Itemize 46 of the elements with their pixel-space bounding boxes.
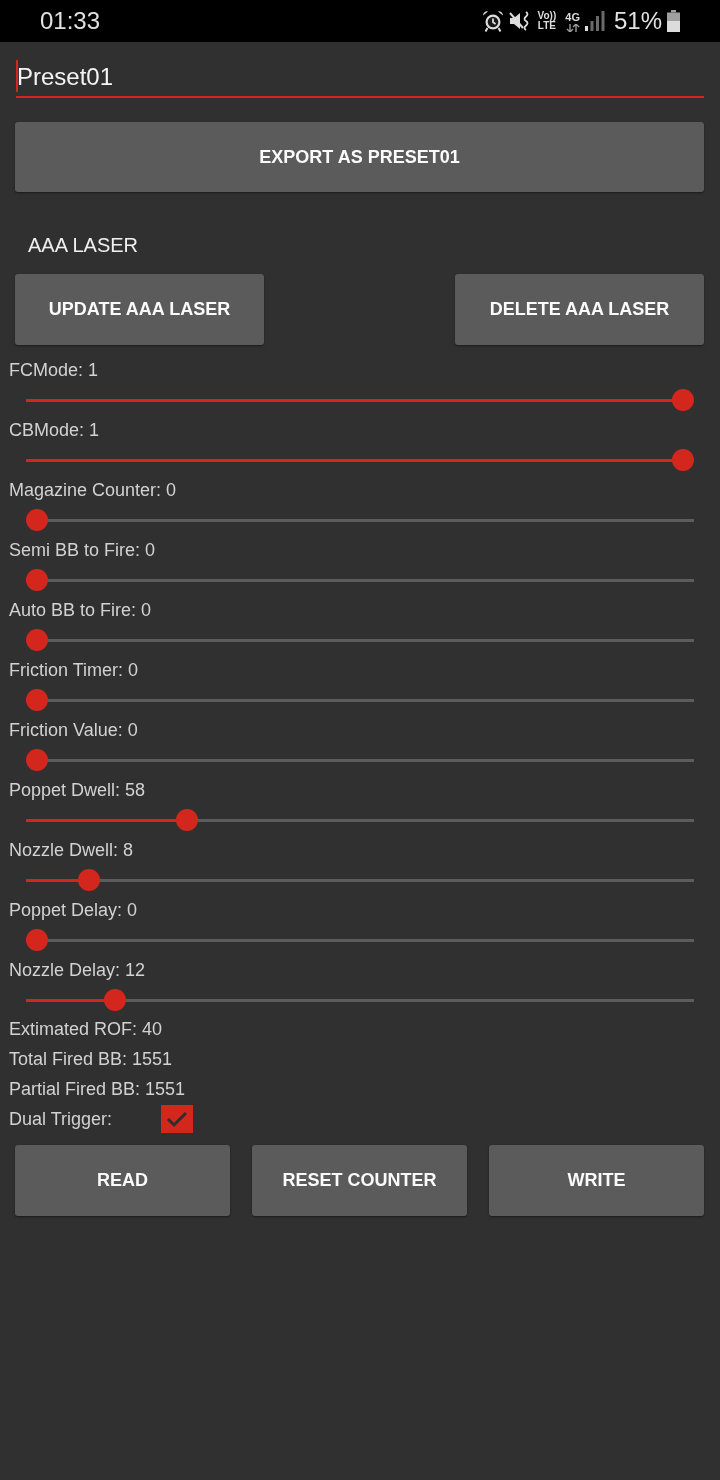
slider-thumb[interactable] bbox=[26, 929, 48, 951]
slider-thumb[interactable] bbox=[104, 989, 127, 1011]
slider-thumb[interactable] bbox=[26, 629, 48, 651]
read-button[interactable]: READ bbox=[15, 1145, 230, 1216]
slider-label: Poppet Dwell: 58 bbox=[9, 780, 146, 800]
slider-label: Auto BB to Fire: 0 bbox=[9, 600, 152, 620]
update-preset-button[interactable]: UPDATE AAA LASER bbox=[15, 274, 264, 345]
slider-label: CBMode: 1 bbox=[9, 420, 100, 440]
checkbox[interactable] bbox=[161, 1105, 193, 1133]
slider-label: Friction Timer: 0 bbox=[9, 660, 139, 680]
slider-label: Semi BB to Fire: 0 bbox=[9, 540, 156, 560]
network-type-label: 4G bbox=[565, 10, 580, 23]
preset-name: AAA LASER bbox=[28, 233, 139, 257]
signal-icon bbox=[584, 11, 605, 31]
slider-label: Nozzle Delay: 12 bbox=[9, 960, 146, 980]
slider-thumb[interactable] bbox=[77, 869, 100, 891]
text-cursor-icon bbox=[16, 60, 18, 92]
export-button[interactable]: EXPORT AS PRESET01 bbox=[15, 122, 704, 192]
slider-thumb[interactable] bbox=[672, 389, 694, 411]
data-arrows-icon bbox=[565, 23, 580, 32]
slider-label: Friction Value: 0 bbox=[9, 720, 138, 740]
write-button[interactable]: WRITE bbox=[489, 1145, 704, 1216]
readout-text: Partial Fired BB: 1551 bbox=[8, 1078, 186, 1101]
slider-label: Poppet Delay: 0 bbox=[9, 900, 138, 920]
preset-name-field[interactable]: Preset01 bbox=[16, 58, 704, 98]
readout-text: Extimated ROF: 40 bbox=[8, 1018, 163, 1041]
volte-label: Vo)) bbox=[537, 11, 557, 21]
slider-thumb[interactable] bbox=[672, 449, 694, 471]
slider-thumb[interactable] bbox=[26, 749, 48, 771]
battery-percentage: 51% bbox=[613, 7, 662, 35]
delete-preset-button[interactable]: DELETE AAA LASER bbox=[455, 274, 704, 345]
dual-trigger-label: Dual Trigger: bbox=[9, 1108, 113, 1131]
slider-label: Magazine Counter: 0 bbox=[9, 480, 177, 500]
volte-label: LTE bbox=[537, 21, 556, 31]
slider-thumb[interactable] bbox=[175, 809, 198, 831]
readout-text: Total Fired BB: 1551 bbox=[8, 1048, 173, 1071]
slider-label: Nozzle Dwell: 8 bbox=[9, 840, 134, 860]
slider-thumb[interactable] bbox=[26, 509, 48, 531]
reset-counter-button[interactable]: RESET COUNTER bbox=[252, 1145, 467, 1216]
alarm-icon bbox=[481, 10, 504, 32]
slider-thumb[interactable] bbox=[26, 689, 48, 711]
clock-time: 01:33 bbox=[40, 7, 101, 35]
speaker-mute-icon bbox=[508, 10, 531, 32]
slider-label: FCMode: 1 bbox=[9, 360, 99, 380]
battery-icon bbox=[667, 10, 680, 32]
slider-thumb[interactable] bbox=[26, 569, 48, 591]
